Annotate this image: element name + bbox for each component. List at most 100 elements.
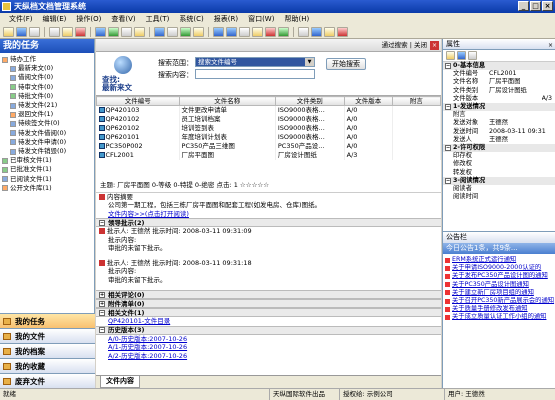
- open-icon[interactable]: [16, 26, 27, 37]
- properties-icon[interactable]: [468, 51, 477, 60]
- search-range-select[interactable]: 搜索文件编号 ▼: [195, 57, 315, 67]
- section-attachments[interactable]: + 附件清单(0): [96, 299, 441, 308]
- category-icon[interactable]: [457, 51, 466, 60]
- menu-file[interactable]: 文件(F): [4, 13, 38, 25]
- back-icon[interactable]: [213, 26, 224, 37]
- property-group[interactable]: −3-阅读情况: [443, 176, 555, 186]
- nav-my-archive[interactable]: 我的档案: [0, 343, 95, 358]
- history-link[interactable]: A/0-历史版本:2007-10-26: [96, 335, 441, 344]
- maximize-button[interactable]: □: [530, 1, 541, 11]
- save-icon[interactable]: [29, 26, 40, 37]
- notice-item[interactable]: 关于PC350产品设计图通知: [445, 281, 555, 289]
- notice-item[interactable]: 关于建立新厂房项目组的通知: [445, 289, 555, 297]
- open-content-link[interactable]: 文件内容>>(点击打开阅读): [96, 210, 441, 219]
- notice-item[interactable]: 关于发布PC350产品设计图的通知: [445, 272, 555, 280]
- property-row[interactable]: 文件版本 A/3: [443, 95, 555, 103]
- section-leader-approval[interactable]: − 领导批示(2): [96, 218, 441, 227]
- archive-icon[interactable]: [134, 26, 145, 37]
- notice-item[interactable]: ERM系统正式运行通知: [445, 256, 555, 264]
- minimize-button[interactable]: _: [518, 1, 529, 11]
- notice-item[interactable]: 关于质量手册修改发布通知: [445, 305, 555, 313]
- tree-item[interactable]: 已批准文件(1): [2, 165, 94, 174]
- menu-window[interactable]: 窗口(W): [243, 13, 279, 25]
- property-group[interactable]: −0-基本信息: [443, 62, 555, 71]
- approve-icon[interactable]: [108, 26, 119, 37]
- tree-item[interactable]: 待发文件借阅(0): [2, 129, 94, 138]
- menu-view[interactable]: 查看(V): [106, 13, 140, 25]
- notice-item[interactable]: 关于召开PC350新产品展示会的通知: [445, 297, 555, 305]
- star-icon[interactable]: [252, 26, 263, 37]
- tree-item[interactable]: 待审文件(0): [2, 83, 94, 92]
- delete-icon[interactable]: [75, 26, 86, 37]
- tree-item[interactable]: 公开文件库(1): [2, 184, 94, 193]
- mail-icon[interactable]: [193, 26, 204, 37]
- tree-item[interactable]: 待发文件(21): [2, 101, 94, 110]
- notice-item[interactable]: 关于成立质量认证工作小组的通知: [445, 313, 555, 321]
- tree-item[interactable]: 待办工作: [2, 55, 94, 64]
- print-icon[interactable]: [49, 26, 60, 37]
- property-row[interactable]: 发送对象 王德然: [443, 119, 555, 127]
- menu-report[interactable]: 报表(R): [209, 13, 243, 25]
- table-row[interactable]: PC350P002 PC350产品三维图 PC350产品设... A/0: [96, 141, 442, 151]
- col-file-name[interactable]: 文件名称: [178, 96, 276, 106]
- history-link[interactable]: A/2-历史版本:2007-10-26: [96, 352, 441, 361]
- menu-tools[interactable]: 工具(T): [141, 13, 175, 25]
- close-icon[interactable]: ×: [430, 41, 439, 50]
- copy-icon[interactable]: [121, 26, 132, 37]
- close-icon[interactable]: ×: [548, 40, 553, 51]
- list-icon[interactable]: [239, 26, 250, 37]
- tree-item[interactable]: 待发文件申请(0): [2, 138, 94, 147]
- section-comments[interactable]: + 相关评论(0): [96, 290, 441, 299]
- table-row[interactable]: QP620101 年度培训计划表 ISO9000表格... A/0: [96, 132, 442, 142]
- refresh-icon[interactable]: [167, 26, 178, 37]
- sort-icon[interactable]: [446, 51, 455, 60]
- exit-icon[interactable]: [337, 26, 348, 37]
- property-row[interactable]: 文件类别 厂房设计图纸: [443, 87, 555, 95]
- nav-trash[interactable]: 废弃文件: [0, 373, 95, 388]
- nav-my-favorites[interactable]: 我的收藏: [0, 358, 95, 373]
- tree-item[interactable]: 待批文件(0): [2, 92, 94, 101]
- property-group[interactable]: −2-许可权限: [443, 144, 555, 153]
- tree-item[interactable]: 已阅读文件(1): [2, 175, 94, 184]
- section-history[interactable]: − 历史版本(3): [96, 325, 441, 335]
- menu-operate[interactable]: 操作(O): [71, 13, 106, 25]
- property-row[interactable]: 文件名称 厂房平面图: [443, 78, 555, 86]
- property-row[interactable]: 阅读时间: [443, 193, 555, 201]
- property-row[interactable]: 发送时间 2008-03-11 09:31: [443, 128, 555, 136]
- col-file-type[interactable]: 文件类别: [274, 96, 345, 106]
- new-icon[interactable]: [3, 26, 14, 37]
- tree-item[interactable]: 待发文件销毁(0): [2, 147, 94, 156]
- start-search-button[interactable]: 开始搜索: [326, 58, 366, 70]
- send-icon[interactable]: [95, 26, 106, 37]
- related-file-link[interactable]: QP420101-文件目录: [96, 317, 441, 326]
- section-related-files[interactable]: − 相关文件(1): [96, 308, 441, 317]
- export-icon[interactable]: [180, 26, 191, 37]
- nav-my-tasks[interactable]: 我的任务: [0, 313, 95, 328]
- stop-icon[interactable]: [265, 26, 276, 37]
- table-row[interactable]: QP420102 员工培训档案 ISO9000表格... A/0: [96, 114, 442, 124]
- search-icon[interactable]: [154, 26, 165, 37]
- tab-file-content[interactable]: 文件内容: [100, 376, 140, 388]
- col-note[interactable]: 附言: [391, 96, 442, 106]
- forward-icon[interactable]: [226, 26, 237, 37]
- table-row[interactable]: QP620102 培训签到表 ISO9000表格... A/0: [96, 123, 442, 133]
- menu-help[interactable]: 帮助(H): [279, 13, 314, 25]
- menu-system[interactable]: 系统(C): [174, 13, 208, 25]
- property-row[interactable]: 发送人 王德然: [443, 136, 555, 144]
- help-icon[interactable]: [324, 26, 335, 37]
- notice-item[interactable]: 关于申请ISO9000-2000认证的: [445, 264, 555, 272]
- check-icon[interactable]: [278, 26, 289, 37]
- settings-icon[interactable]: [298, 26, 309, 37]
- property-row[interactable]: 修改权: [443, 160, 555, 168]
- user-icon[interactable]: [311, 26, 322, 37]
- table-row[interactable]: QP420103 文件更改申请单 ISO9000表格... A/0: [96, 105, 442, 115]
- tree-item[interactable]: 待续签文件(0): [2, 119, 94, 128]
- folder-icon[interactable]: [62, 26, 73, 37]
- col-file-no[interactable]: 文件编号: [96, 96, 180, 106]
- history-link[interactable]: A/1-历史版本:2007-10-26: [96, 343, 441, 352]
- menu-edit[interactable]: 编辑(E): [38, 13, 72, 25]
- tree-item[interactable]: 借阅文件(0): [2, 73, 94, 82]
- table-row[interactable]: CFL2001 厂房平面图 厂房设计图纸 A/3: [96, 150, 442, 160]
- property-row[interactable]: 转发权: [443, 169, 555, 177]
- col-file-version[interactable]: 文件版本: [343, 96, 393, 106]
